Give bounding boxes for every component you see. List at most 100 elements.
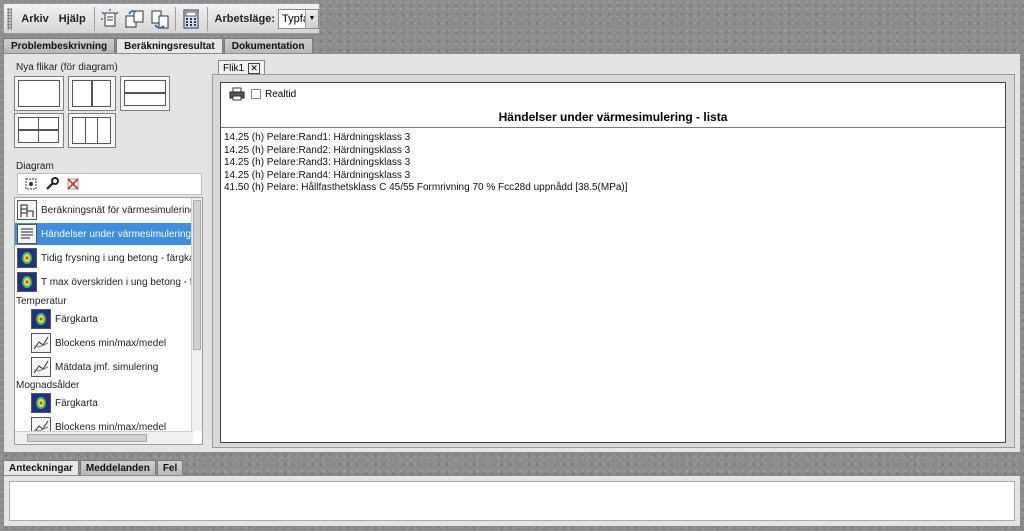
tab-dokumentation[interactable]: Dokumentation: [223, 38, 313, 54]
vertical-scrollbar[interactable]: [191, 198, 202, 431]
list-item[interactable]: Mätdata jmf. simulering: [31, 356, 158, 378]
layout-two-rows-button[interactable]: [120, 76, 170, 111]
delete-diagram-button[interactable]: [64, 176, 82, 192]
save-project-button[interactable]: [148, 6, 171, 32]
tab-meddelanden[interactable]: Meddelanden: [79, 460, 156, 476]
event-line: 14.25 (h) Pelare:Rand1: Härdningsklass 3: [224, 132, 411, 143]
layout-pane: [72, 117, 86, 144]
new-tabs-group-label: Nya flikar (för diagram): [16, 62, 118, 73]
layout-two-columns-button[interactable]: [68, 76, 116, 111]
colormap-icon: [17, 272, 37, 292]
new-project-button[interactable]: [99, 6, 122, 32]
main-tab-bar: Problembeskrivning Beräkningsresultat Do…: [3, 38, 314, 54]
vertical-scroll-thumb[interactable]: [193, 200, 201, 350]
layout-pane: [97, 117, 111, 144]
tab-problembeskrivning[interactable]: Problembeskrivning: [3, 38, 116, 54]
colormap-icon: [17, 248, 37, 268]
list-item[interactable]: Färgkarta: [31, 392, 98, 414]
new-file-icon: [100, 8, 119, 26]
list-item-label: Tidig frysning i ung betong - färgkarta: [41, 252, 203, 264]
calculator-button[interactable]: [180, 6, 203, 32]
list-item[interactable]: Tidig frysning i ung betong - färgkarta: [15, 247, 202, 269]
diagram-group-label: Diagram: [16, 161, 54, 172]
tab-flik1[interactable]: Flik1 ✕: [218, 60, 266, 75]
line-chart-icon: [31, 333, 51, 353]
realtime-checkbox[interactable]: [251, 89, 261, 99]
event-line: 14.25 (h) Pelare:Rand4: Härdningsklass 3: [224, 169, 411, 181]
colormap-icon: [31, 309, 51, 329]
save-file-icon: [151, 10, 169, 29]
diagram-list[interactable]: Beräkningsnät för värmesimulering Händel…: [14, 197, 203, 445]
tab-fel[interactable]: Fel: [156, 460, 184, 476]
line-chart-icon: [31, 357, 51, 377]
notes-panel: [3, 475, 1021, 527]
layout-pane: [124, 80, 166, 93]
horizontal-scroll-thumb[interactable]: [27, 434, 147, 442]
event-line: 14.25 (h) Pelare:Rand2: Härdningsklass 3: [224, 144, 411, 156]
document-view: Realtid Händelser under värmesimulering …: [220, 82, 1006, 443]
delete-icon: [67, 178, 79, 190]
category-mognadsalder[interactable]: Mognadsålder: [16, 380, 79, 391]
toolbar-separator: [206, 6, 208, 31]
list-doc-icon: [17, 224, 37, 244]
tab-berakningsresultat[interactable]: Beräkningsresultat: [116, 38, 223, 54]
toolbar-separator: [174, 6, 176, 31]
list-item-label: Blockens min/max/medel: [55, 337, 167, 349]
list-item[interactable]: T max överskriden i ung betong - färgkar…: [15, 271, 202, 293]
layout-pane: [38, 130, 59, 143]
event-line: 14.25 (h) Pelare:Rand3: Härdningsklass 3: [224, 157, 411, 168]
results-panel: Nya flikar (för diagram) Diagram Beräkni…: [3, 53, 1021, 453]
add-diagram-button[interactable]: [22, 176, 40, 192]
add-diagram-icon: [25, 178, 37, 190]
event-list: 14.25 (h) Pelare:Rand1: Härdningsklass 3…: [224, 132, 628, 195]
tab-flik1-label: Flik1: [223, 62, 245, 74]
list-item-label: Händelser under värmesimulering - lista: [41, 228, 203, 240]
open-file-icon: [125, 9, 144, 27]
layout-pane: [18, 117, 39, 130]
toolbar-strip: Arkiv Hjälp Arbetsläge: Typfall ▼: [3, 3, 320, 34]
diagram-toolbar: [17, 173, 202, 195]
layout-pane: [18, 130, 39, 143]
list-item[interactable]: Färgkarta: [31, 308, 98, 330]
layout-pane: [92, 80, 111, 107]
layout-pane: [38, 117, 59, 130]
list-item[interactable]: Blockens min/max/medel: [31, 332, 166, 354]
printer-icon[interactable]: [229, 87, 245, 101]
horizontal-scrollbar[interactable]: [15, 431, 193, 444]
notes-textarea[interactable]: [9, 481, 1015, 521]
bottom-tab-bar: Anteckningar Meddelanden Fel: [3, 460, 184, 476]
event-line: 41.50 (h) Pelare: Hållfasthetsklass C 45…: [224, 182, 628, 193]
document-toolbar: Realtid: [229, 87, 296, 101]
layout-single-button[interactable]: [14, 76, 64, 111]
category-temperatur[interactable]: Temperatur: [16, 296, 67, 307]
menu-hjalp[interactable]: Hjälp: [54, 13, 91, 25]
list-item-label: Färgkarta: [55, 397, 98, 409]
colormap-icon: [31, 393, 51, 413]
menu-arkiv[interactable]: Arkiv: [16, 13, 54, 25]
close-icon[interactable]: ✕: [248, 62, 261, 74]
divider: [221, 127, 1005, 128]
list-item-label: Färgkarta: [55, 313, 98, 325]
layout-pane: [72, 80, 92, 107]
calculator-icon: [183, 9, 199, 28]
work-mode-select[interactable]: Typfall ▼: [278, 8, 319, 29]
tab-anteckningar[interactable]: Anteckningar: [3, 460, 79, 476]
toolbar: Arkiv Hjälp Arbetsläge: Typfall ▼: [0, 0, 1024, 36]
toolbar-grip[interactable]: [7, 7, 13, 30]
layout-three-columns-button[interactable]: [68, 113, 116, 148]
list-item-label: Mätdata jmf. simulering: [55, 361, 159, 373]
layout-pane: [18, 80, 60, 107]
chevron-down-icon[interactable]: ▼: [305, 9, 318, 28]
toolbar-separator: [93, 6, 95, 31]
mesh-icon: [17, 200, 37, 220]
list-item[interactable]: Beräkningsnät för värmesimulering: [15, 199, 196, 221]
document-frame: Realtid Händelser under värmesimulering …: [212, 74, 1015, 448]
open-project-button[interactable]: [123, 6, 146, 32]
list-item-selected[interactable]: Händelser under värmesimulering - lista: [15, 223, 202, 245]
edit-diagram-button[interactable]: [43, 176, 61, 192]
list-item-label: T max överskriden i ung betong - färgkar…: [41, 276, 202, 288]
list-item-label: Beräkningsnät för värmesimulering: [41, 204, 196, 216]
layout-pane: [124, 93, 166, 106]
document-title: Händelser under värmesimulering - lista: [498, 110, 728, 124]
layout-grid-button[interactable]: [14, 113, 64, 148]
